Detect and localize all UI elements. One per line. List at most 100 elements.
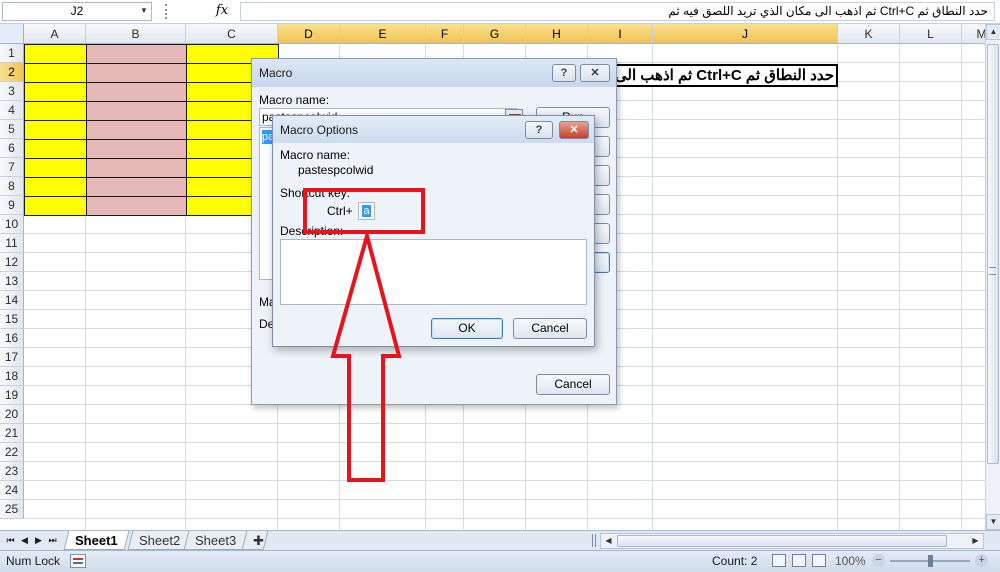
last-sheet-icon[interactable]: ⏭ xyxy=(46,534,59,547)
row-header-8[interactable]: 8 xyxy=(0,177,24,196)
scroll-up-arrow-icon[interactable]: ▲ xyxy=(986,24,1000,40)
row-header-12[interactable]: 12 xyxy=(0,253,24,272)
zoom-in-icon[interactable]: + xyxy=(975,554,988,567)
gridline-horizontal xyxy=(24,518,985,519)
options-help-button[interactable]: ? xyxy=(525,121,553,139)
row-header-11[interactable]: 11 xyxy=(0,234,24,253)
insert-worksheet-icon[interactable]: ✚ xyxy=(241,531,269,550)
gridline-vertical xyxy=(899,44,900,530)
row-header-7[interactable]: 7 xyxy=(0,158,24,177)
gridline-horizontal xyxy=(24,499,985,500)
row-header-10[interactable]: 10 xyxy=(0,215,24,234)
vertical-scroll-thumb[interactable] xyxy=(987,44,999,464)
range-row-border xyxy=(24,63,279,64)
range-row-border xyxy=(24,120,279,121)
column-header-g[interactable]: G xyxy=(464,24,526,44)
macro-options-titlebar[interactable]: Macro Options ? ✕ xyxy=(273,116,594,143)
name-box[interactable]: J2 xyxy=(2,2,152,21)
column-header-h[interactable]: H xyxy=(526,24,588,44)
row-header-23[interactable]: 23 xyxy=(0,462,24,481)
first-sheet-icon[interactable]: ⏮ xyxy=(4,534,17,547)
select-all-corner[interactable] xyxy=(0,24,24,44)
active-cell-j2[interactable]: حدد النطاق ثم Ctrl+C ثم اذهب الى مكان xyxy=(600,64,838,87)
row-header-17[interactable]: 17 xyxy=(0,348,24,367)
options-macro-name-value: pastespcolwid xyxy=(298,163,374,177)
column-header-c[interactable]: C xyxy=(186,24,278,44)
zoom-out-icon[interactable]: − xyxy=(872,554,885,567)
tab-sheet3-label: Sheet3 xyxy=(195,533,237,548)
row-header-1[interactable]: 1 xyxy=(0,44,24,63)
tab-sheet2[interactable]: Sheet2 xyxy=(127,531,192,550)
options-cancel-button[interactable]: Cancel xyxy=(513,318,587,339)
pink-range-column-b[interactable] xyxy=(86,44,187,216)
yellow-range-column-a[interactable] xyxy=(24,44,87,216)
num-lock-indicator: Num Lock xyxy=(6,554,61,568)
range-row-border xyxy=(24,139,279,140)
column-header-e[interactable]: E xyxy=(340,24,426,44)
tab-split-handle[interactable] xyxy=(592,534,596,547)
column-header-m[interactable]: M xyxy=(962,24,985,44)
row-header-18[interactable]: 18 xyxy=(0,367,24,386)
row-header-19[interactable]: 19 xyxy=(0,386,24,405)
row-header-14[interactable]: 14 xyxy=(0,291,24,310)
ok-button[interactable]: OK xyxy=(431,318,503,339)
formula-bar-splitter[interactable] xyxy=(165,4,168,19)
selection-count: Count: 2 xyxy=(712,554,758,568)
column-header-b[interactable]: B xyxy=(86,24,186,44)
gridline-horizontal xyxy=(24,480,985,481)
column-header-k[interactable]: K xyxy=(838,24,900,44)
page-break-view-icon[interactable] xyxy=(812,554,826,567)
row-header-21[interactable]: 21 xyxy=(0,424,24,443)
formula-input[interactable]: حدد النطاق ثم Ctrl+C ثم اذهب الى مكان ال… xyxy=(240,2,995,21)
next-sheet-icon[interactable]: ▶ xyxy=(32,534,45,547)
row-header-5[interactable]: 5 xyxy=(0,120,24,139)
scroll-down-arrow-icon[interactable]: ▼ xyxy=(986,514,1000,530)
row-header-15[interactable]: 15 xyxy=(0,310,24,329)
normal-view-icon[interactable] xyxy=(772,554,786,567)
row-header-9[interactable]: 9 xyxy=(0,196,24,215)
macro-dialog-titlebar[interactable]: Macro ? ✕ xyxy=(252,59,616,87)
gridline-horizontal xyxy=(24,461,985,462)
row-header-24[interactable]: 24 xyxy=(0,481,24,500)
sheet-tab-bar: ⏮ ◀ ▶ ⏭ Sheet2 Sheet3 ✚ Sheet1 ◀ ▶ xyxy=(0,530,1000,550)
horizontal-scroll-thumb[interactable] xyxy=(617,535,947,547)
prev-sheet-icon[interactable]: ◀ xyxy=(18,534,31,547)
macro-cancel-button[interactable]: Cancel xyxy=(536,374,610,395)
column-header-f[interactable]: F xyxy=(426,24,464,44)
column-header-j[interactable]: J xyxy=(653,24,838,44)
insert-function-button[interactable]: fx xyxy=(205,2,239,21)
column-header-i[interactable]: I xyxy=(588,24,653,44)
scroll-right-arrow-icon[interactable]: ▶ xyxy=(968,534,983,548)
formula-bar: J2 ▼ fx حدد النطاق ثم Ctrl+C ثم اذهب الى… xyxy=(0,0,1000,24)
column-header-a[interactable]: A xyxy=(24,24,86,44)
column-header-l[interactable]: L xyxy=(900,24,962,44)
vertical-scrollbar[interactable]: ▲ ▼ xyxy=(985,24,1000,530)
tab-sheet3[interactable]: Sheet3 xyxy=(183,531,248,550)
tab-sheet2-label: Sheet2 xyxy=(139,533,181,548)
row-header-16[interactable]: 16 xyxy=(0,329,24,348)
zoom-level[interactable]: 100% xyxy=(835,554,866,568)
grip-icon xyxy=(989,267,996,275)
scroll-left-arrow-icon[interactable]: ◀ xyxy=(601,534,616,548)
column-header-d[interactable]: D xyxy=(278,24,340,44)
row-header-20[interactable]: 20 xyxy=(0,405,24,424)
name-box-dropdown-icon[interactable]: ▼ xyxy=(140,6,148,15)
zoom-slider-thumb[interactable] xyxy=(928,555,933,567)
row-header-25[interactable]: 25 xyxy=(0,500,24,519)
options-macro-name-label: Macro name: xyxy=(280,148,351,162)
horizontal-scrollbar[interactable]: ◀ ▶ xyxy=(600,533,984,549)
macro-close-button[interactable]: ✕ xyxy=(580,64,610,82)
row-header-13[interactable]: 13 xyxy=(0,272,24,291)
row-header-4[interactable]: 4 xyxy=(0,101,24,120)
range-row-border xyxy=(24,177,279,178)
tab-sheet1[interactable]: Sheet1 xyxy=(63,531,130,550)
row-header-6[interactable]: 6 xyxy=(0,139,24,158)
macro-recording-icon[interactable] xyxy=(70,554,86,568)
row-header-2[interactable]: 2 xyxy=(0,63,24,82)
page-layout-view-icon[interactable] xyxy=(792,554,806,567)
range-row-border xyxy=(24,158,279,159)
row-header-3[interactable]: 3 xyxy=(0,82,24,101)
row-header-22[interactable]: 22 xyxy=(0,443,24,462)
macro-help-button[interactable]: ? xyxy=(552,64,576,82)
options-close-button[interactable]: ✕ xyxy=(559,121,589,139)
